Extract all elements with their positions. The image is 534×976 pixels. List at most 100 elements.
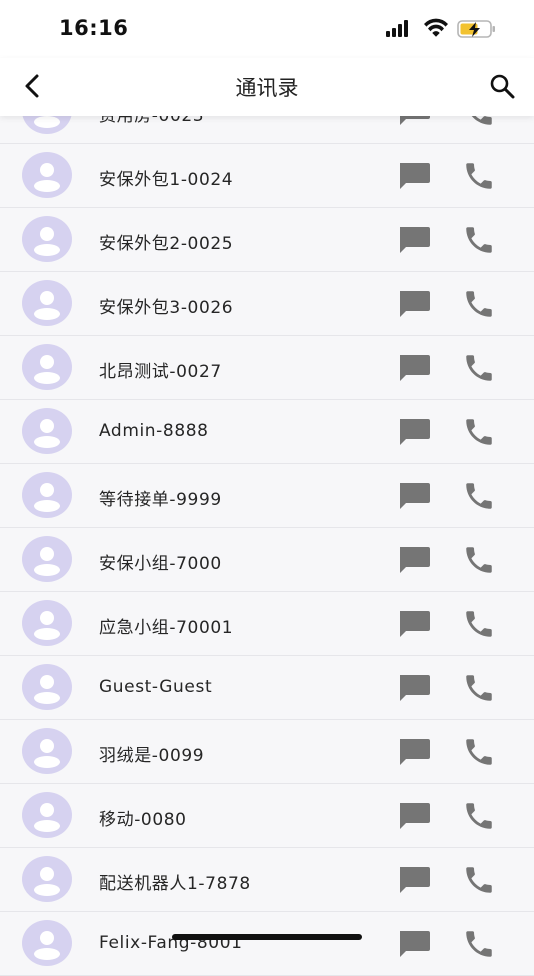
contact-row[interactable]: Guest-Guest [0, 656, 534, 720]
message-button[interactable] [396, 288, 432, 320]
phone-icon [462, 739, 496, 773]
person-avatar-icon [22, 792, 72, 842]
person-avatar-icon [22, 856, 72, 906]
avatar [22, 856, 72, 902]
avatar [22, 600, 72, 646]
avatar [22, 920, 72, 966]
contact-row[interactable]: 安保小组-7000 [0, 528, 534, 592]
contact-name: 应急小组-70001 [99, 618, 234, 638]
avatar [22, 408, 72, 454]
contact-row[interactable]: Felix-Fang-8001 [0, 912, 534, 976]
contact-name: 安保外包3-0026 [99, 298, 234, 318]
person-avatar-icon [22, 344, 72, 394]
contact-row[interactable]: 配送机器人1-7878 [0, 848, 534, 912]
phone-icon [462, 803, 496, 837]
phone-icon [462, 227, 496, 261]
phone-icon [462, 291, 496, 325]
search-button[interactable] [486, 70, 518, 102]
person-avatar-icon [22, 280, 72, 330]
nav-bar: 通讯录 [0, 58, 534, 116]
contact-name: Admin-8888 [99, 421, 209, 441]
contact-row[interactable]: 羽绒是-0099 [0, 720, 534, 784]
status-time: 16:16 [59, 16, 129, 40]
phone-icon [462, 419, 496, 453]
cellular-signal-icon [386, 20, 408, 37]
back-button[interactable] [16, 70, 48, 102]
phone-icon [462, 547, 496, 581]
avatar [22, 344, 72, 390]
person-avatar-icon [22, 88, 72, 138]
person-avatar-icon [22, 408, 72, 458]
contact-row[interactable]: 移动-0080 [0, 784, 534, 848]
call-button[interactable] [462, 479, 496, 513]
contact-row[interactable]: 北昂测试-0027 [0, 336, 534, 400]
call-button[interactable] [462, 735, 496, 769]
page-title: 通讯录 [235, 76, 299, 100]
message-button[interactable] [396, 352, 432, 384]
contact-list: 费用房-0023 安保外包1-0024 安保外包2-0025 安保外包3-0026 北昂… [0, 80, 534, 976]
phone-icon [462, 163, 496, 197]
message-icon [396, 483, 432, 516]
call-button[interactable] [462, 607, 496, 641]
message-icon [396, 291, 432, 324]
call-button[interactable] [462, 223, 496, 257]
contact-row[interactable]: 等待接单-9999 [0, 464, 534, 528]
message-icon [396, 227, 432, 260]
message-button[interactable] [396, 160, 432, 192]
message-button[interactable] [396, 544, 432, 576]
message-icon [396, 675, 432, 708]
message-button[interactable] [396, 416, 432, 448]
phone-icon [462, 931, 496, 965]
call-button[interactable] [462, 543, 496, 577]
call-button[interactable] [462, 287, 496, 321]
call-button[interactable] [462, 863, 496, 897]
contact-row[interactable]: Admin-8888 [0, 400, 534, 464]
message-button[interactable] [396, 736, 432, 768]
avatar [22, 280, 72, 326]
contact-name: Guest-Guest [99, 677, 213, 697]
contact-row[interactable]: 应急小组-70001 [0, 592, 534, 656]
call-button[interactable] [462, 799, 496, 833]
message-icon [396, 547, 432, 580]
phone-icon [462, 675, 496, 709]
call-button[interactable] [462, 159, 496, 193]
call-button[interactable] [462, 927, 496, 961]
contact-row[interactable]: 安保外包1-0024 [0, 144, 534, 208]
person-avatar-icon [22, 472, 72, 522]
person-avatar-icon [22, 536, 72, 586]
call-button[interactable] [462, 351, 496, 385]
contact-name: 安保小组-7000 [99, 554, 222, 574]
message-button[interactable] [396, 928, 432, 960]
contact-name: 配送机器人1-7878 [99, 874, 251, 894]
phone-icon [462, 99, 496, 133]
message-button[interactable] [396, 800, 432, 832]
call-button[interactable] [462, 415, 496, 449]
status-icons [386, 18, 498, 40]
message-button[interactable] [396, 672, 432, 704]
contact-name: 等待接单-9999 [99, 490, 222, 510]
phone-icon [462, 611, 496, 645]
contact-row[interactable]: 安保外包3-0026 [0, 272, 534, 336]
status-bar: 16:16 [0, 0, 534, 58]
message-button[interactable] [396, 480, 432, 512]
message-icon [396, 419, 432, 452]
battery-charging-icon [457, 20, 495, 38]
avatar [22, 216, 72, 262]
message-button[interactable] [396, 224, 432, 256]
search-icon [490, 74, 515, 99]
message-icon [396, 867, 432, 900]
person-avatar-icon [22, 920, 72, 970]
phone-icon [462, 355, 496, 389]
call-button[interactable] [462, 671, 496, 705]
avatar [22, 152, 72, 198]
wifi-icon [424, 18, 448, 37]
message-button[interactable] [396, 608, 432, 640]
contact-name: 移动-0080 [99, 810, 187, 830]
home-indicator [172, 934, 362, 940]
contact-row[interactable]: 安保外包2-0025 [0, 208, 534, 272]
avatar [22, 792, 72, 838]
message-button[interactable] [396, 864, 432, 896]
contact-name: 羽绒是-0099 [99, 746, 205, 766]
contact-name: 安保外包2-0025 [99, 234, 234, 254]
message-icon [396, 611, 432, 644]
